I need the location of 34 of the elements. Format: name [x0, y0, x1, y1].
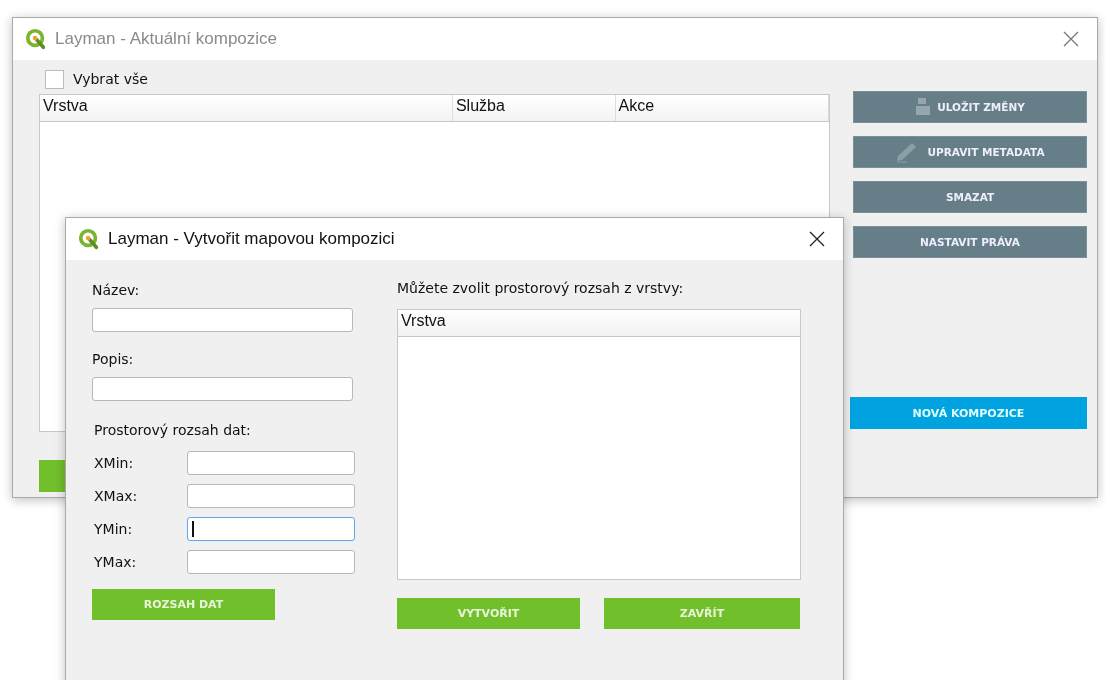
- dialog-title: Layman - Vytvořit mapovou kompozici: [108, 229, 396, 249]
- dialog-button[interactable]: VYTVOŘIT: [397, 598, 580, 629]
- checkbox-label: Vybrat vše: [73, 71, 148, 87]
- field-label: XMin:: [94, 455, 135, 471]
- window-title: Layman - Aktuální kompozice: [55, 29, 279, 49]
- input-field[interactable]: [187, 484, 355, 508]
- action-button[interactable]: SMAZAT: [853, 181, 1087, 213]
- hint-text: Můžete zvolit prostorový rozsah z vrstvy:: [397, 280, 685, 296]
- input-field[interactable]: [187, 451, 355, 475]
- input-field[interactable]: [187, 517, 355, 541]
- field-label: Popis:: [92, 351, 135, 367]
- field-label: XMax:: [94, 488, 139, 504]
- new-composition-button[interactable]: NOVÁ KOMPOZICE: [850, 397, 1087, 429]
- input-field[interactable]: [187, 550, 355, 574]
- field-label: Název:: [92, 282, 141, 298]
- section-label: Prostorový rozsah dat:: [94, 422, 252, 438]
- logo-icon: [78, 228, 100, 250]
- field-label: YMin:: [94, 521, 134, 537]
- close-icon[interactable]: [809, 231, 825, 247]
- checkbox[interactable]: [45, 69, 64, 89]
- extent-button[interactable]: ROZSAH DAT: [92, 589, 275, 620]
- action-button[interactable]: NASTAVIT PRÁVA: [853, 226, 1087, 258]
- input-field[interactable]: [92, 377, 353, 401]
- column-header[interactable]: Vrstva: [40, 95, 453, 121]
- logo-icon: [25, 28, 47, 50]
- dialog-button[interactable]: ZAVŘÍT: [604, 598, 800, 629]
- field-label: YMax:: [94, 554, 138, 570]
- action-button[interactable]: ULOŽIT ZMĚNY: [853, 91, 1087, 123]
- column-header[interactable]: Služba: [452, 95, 616, 121]
- action-button[interactable]: UPRAVIT METADATA: [853, 136, 1087, 168]
- column-header[interactable]: Vrstva: [398, 310, 800, 336]
- save-icon: [915, 98, 932, 116]
- column-header[interactable]: Akce: [615, 95, 829, 121]
- input-field[interactable]: [92, 308, 353, 332]
